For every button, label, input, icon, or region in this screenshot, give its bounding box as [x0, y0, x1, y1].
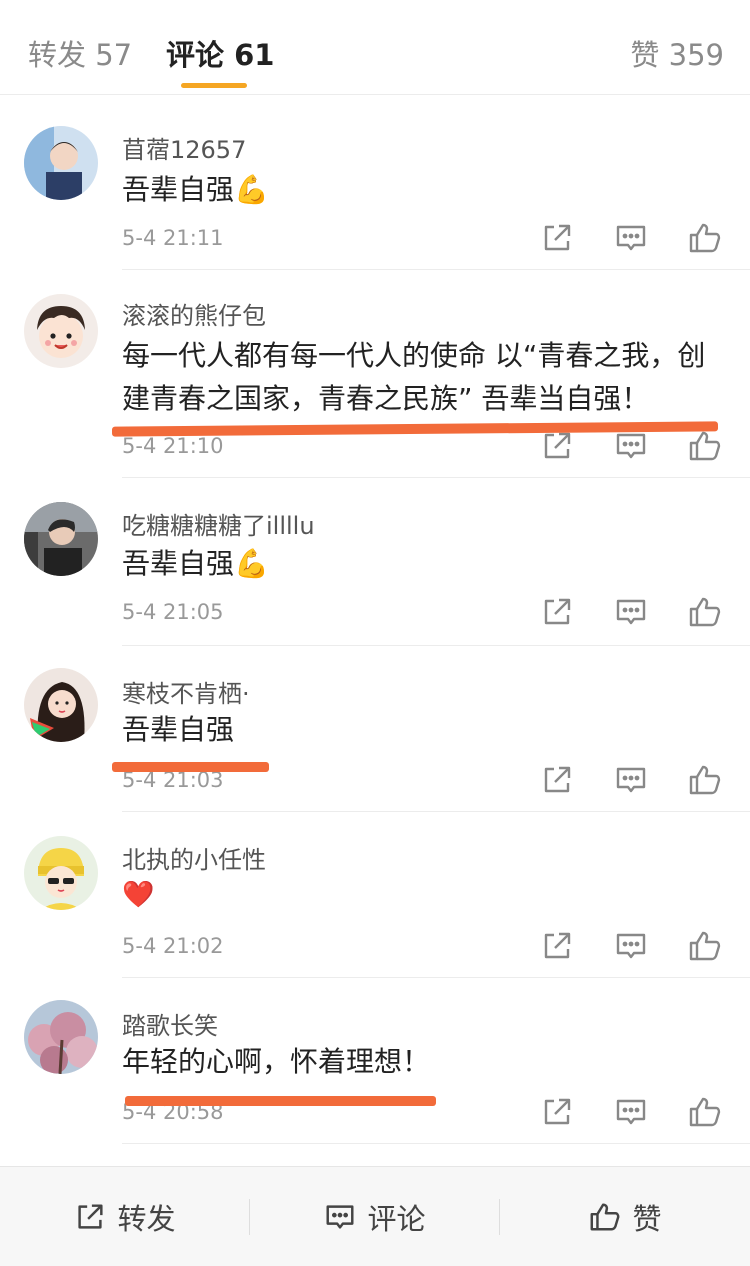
avatar[interactable]: [24, 294, 98, 368]
comment-time: 5-4 21:05: [122, 600, 224, 624]
reply-icon[interactable]: [613, 762, 649, 798]
comment-item: 北执的小任性 ❤️ 5-4 21:02: [0, 812, 750, 978]
comment-text: 每一代人都有每一代人的使命 以“青春之我，创建青春之国家，青春之民族” 吾辈当自…: [122, 339, 706, 415]
reply-icon[interactable]: [613, 594, 649, 630]
comment-text: 年轻的心啊，怀着理想！: [122, 1045, 431, 1078]
repost-button[interactable]: 转发: [0, 1167, 249, 1266]
like-icon[interactable]: [687, 594, 723, 630]
comment-time: 5-4 21:02: [122, 934, 224, 958]
share-icon[interactable]: [539, 594, 575, 630]
divider: [122, 1143, 750, 1144]
comment-text: 吾辈自强: [122, 713, 235, 746]
comment-item: 苜蓿12657 吾辈自强💪 5-4 21:11: [0, 96, 750, 270]
like-button[interactable]: 赞: [500, 1167, 750, 1266]
avatar[interactable]: [24, 836, 98, 910]
comment-username[interactable]: 北执的小任性: [122, 840, 266, 875]
active-tab-indicator: [181, 83, 247, 88]
comment-text: ❤️: [122, 880, 155, 910]
comment-item: 踏歌长笑 年轻的心啊，怀着理想！ 5-4 20:58: [0, 978, 750, 1144]
comment-username[interactable]: 寒枝不肯栖·: [122, 674, 250, 709]
comment-item: 滚滚的熊仔包 每一代人都有每一代人的使命 以“青春之我，创建青春之国家，青春之民…: [0, 270, 750, 478]
share-icon[interactable]: [539, 428, 575, 464]
avatar[interactable]: [24, 668, 98, 742]
like-icon[interactable]: [687, 928, 723, 964]
comment-username[interactable]: 苜蓿12657: [122, 130, 246, 165]
reply-icon: [326, 1205, 354, 1229]
reply-icon[interactable]: [613, 220, 649, 256]
share-icon[interactable]: [539, 1094, 575, 1130]
like-label: 赞: [632, 1202, 662, 1236]
like-icon[interactable]: [687, 762, 723, 798]
share-icon[interactable]: [539, 928, 575, 964]
comment-time: 5-4 21:10: [122, 434, 224, 458]
avatar[interactable]: [24, 502, 98, 576]
reply-icon[interactable]: [613, 428, 649, 464]
bottom-action-bar: 转发 评论 赞: [0, 1166, 750, 1266]
comment-username[interactable]: 滚滚的熊仔包: [122, 296, 266, 331]
comment-label: 评论: [367, 1202, 426, 1236]
highlight-underline: [112, 762, 269, 772]
comment-tabs: 转发 57 评论 61 赞 359: [0, 0, 750, 95]
like-icon[interactable]: [687, 220, 723, 256]
comment-username[interactable]: 踏歌长笑: [122, 1006, 218, 1041]
avatar[interactable]: [24, 126, 98, 200]
comment-time: 5-4 21:11: [122, 226, 224, 250]
share-icon[interactable]: [539, 220, 575, 256]
avatar[interactable]: [24, 1000, 98, 1074]
comment-username[interactable]: 吃糖糖糖糖了illllu: [122, 506, 315, 541]
like-icon[interactable]: [687, 1094, 723, 1130]
share-icon[interactable]: [539, 762, 575, 798]
highlight-underline: [125, 1096, 436, 1106]
tab-comments[interactable]: 评论 61: [166, 32, 274, 74]
comment-item: 寒枝不肯栖· 吾辈自强 5-4 21:03: [0, 646, 750, 812]
comment-item: 吃糖糖糖糖了illllu 吾辈自强💪 5-4 21:05: [0, 478, 750, 646]
reply-icon[interactable]: [613, 928, 649, 964]
share-icon: [78, 1204, 104, 1229]
repost-label: 转发: [117, 1202, 176, 1236]
tab-likes[interactable]: 赞 359: [630, 32, 724, 74]
comment-text: 吾辈自强💪: [122, 547, 269, 580]
tab-repost[interactable]: 转发 57: [28, 32, 132, 74]
comment-button[interactable]: 评论: [250, 1167, 499, 1266]
reply-icon[interactable]: [613, 1094, 649, 1130]
like-icon: [591, 1203, 620, 1231]
comment-text: 吾辈自强💪: [122, 173, 269, 206]
like-icon[interactable]: [687, 428, 723, 464]
